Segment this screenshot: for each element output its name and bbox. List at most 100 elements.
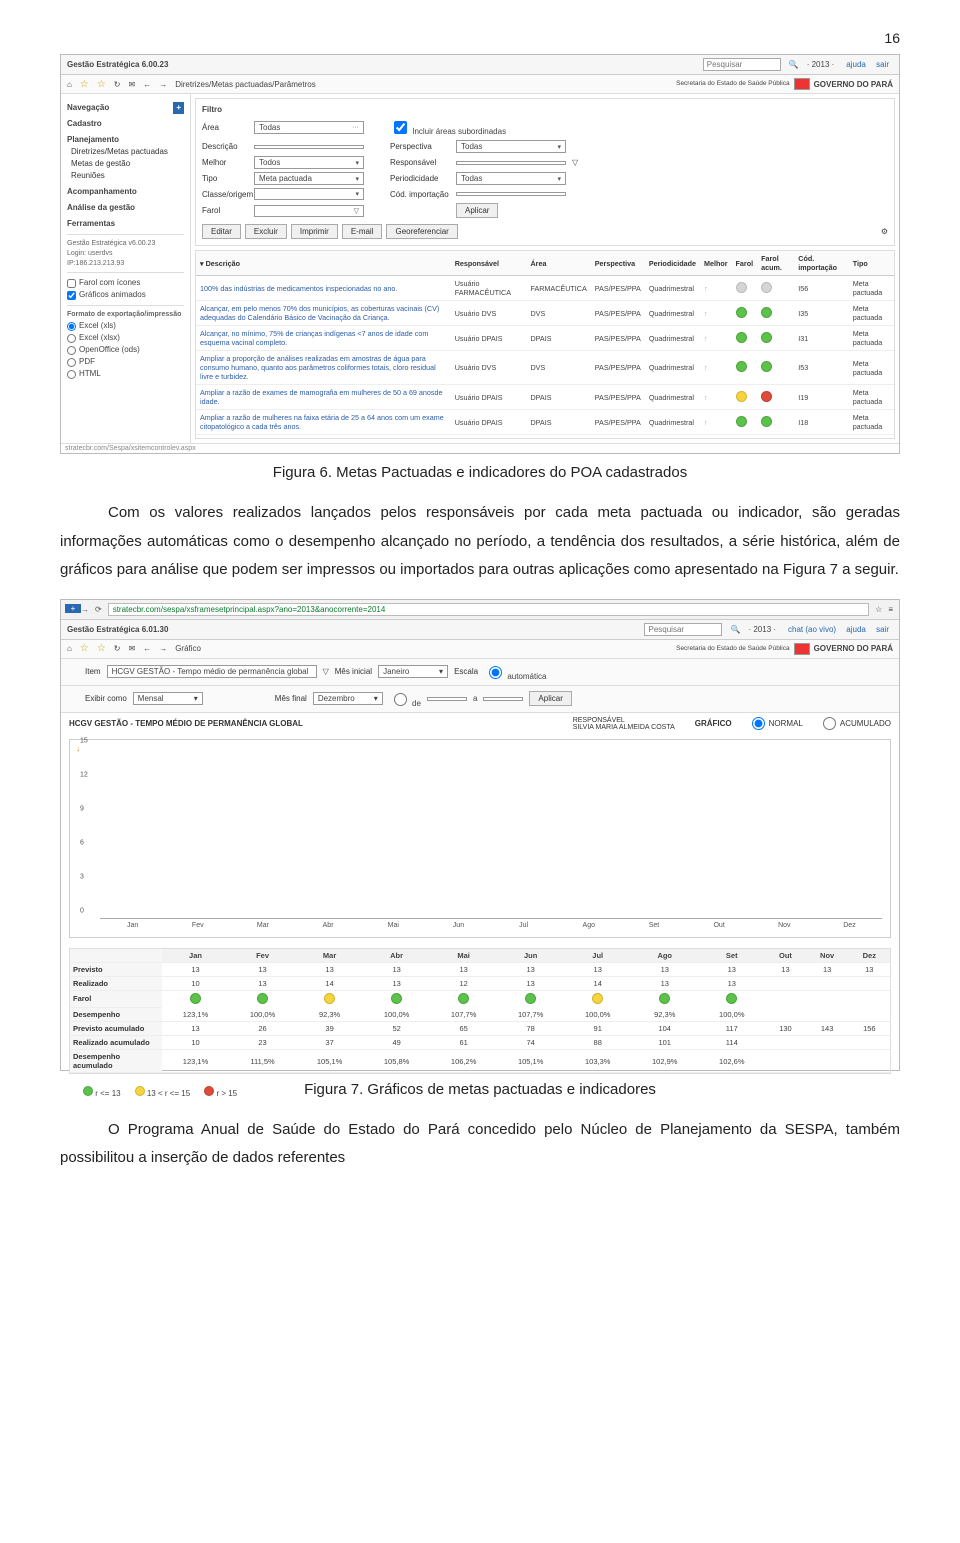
select-melhor[interactable]: Todos▾ bbox=[254, 156, 364, 169]
table-row[interactable]: Alcançar, no mínimo, 75% de crianças ind… bbox=[196, 326, 894, 351]
select-item[interactable]: HCGV GESTÃO - Tempo médio de permanência… bbox=[107, 665, 317, 678]
select-mes-inicial[interactable]: Janeiro▾ bbox=[378, 665, 448, 678]
back-icon[interactable]: ← bbox=[143, 80, 151, 89]
sidebar-item-analise[interactable]: Análise da gestão bbox=[67, 202, 184, 214]
radio-label: automática bbox=[507, 672, 546, 681]
filter-icon[interactable]: ▽ bbox=[323, 667, 329, 676]
mail-icon[interactable]: ✉ bbox=[128, 644, 135, 653]
help-link[interactable]: ajuda bbox=[846, 625, 866, 634]
filter-icon[interactable]: ▽ bbox=[572, 158, 586, 167]
input-descricao[interactable] bbox=[254, 145, 364, 149]
refresh-icon[interactable]: ↻ bbox=[114, 80, 121, 89]
input-scale-from[interactable] bbox=[427, 697, 467, 701]
rad-pdf[interactable] bbox=[67, 358, 76, 367]
mail-icon[interactable]: ✉ bbox=[128, 80, 135, 89]
gear-icon[interactable]: ⚙ bbox=[881, 227, 888, 236]
select-periodicidade[interactable]: Todas▾ bbox=[456, 172, 566, 185]
rad-ods[interactable] bbox=[67, 346, 76, 355]
col-header[interactable]: Farol acum. bbox=[757, 251, 794, 276]
sidebar-sub-reunioes[interactable]: Reuniões bbox=[71, 170, 184, 182]
rad-acumulado[interactable] bbox=[823, 717, 836, 730]
edit-button[interactable]: Editar bbox=[202, 224, 241, 239]
col-header[interactable]: Responsável bbox=[451, 251, 527, 276]
year-selector[interactable]: · 2013 · bbox=[807, 60, 835, 69]
rad-xls[interactable] bbox=[67, 322, 76, 331]
rad-manual[interactable] bbox=[394, 693, 407, 706]
input-codimport[interactable] bbox=[456, 192, 566, 196]
star-icon[interactable]: ☆ bbox=[80, 79, 89, 90]
expand-toggle[interactable]: + bbox=[65, 604, 81, 613]
delete-button[interactable]: Excluir bbox=[245, 224, 287, 239]
star-icon[interactable]: ☆ bbox=[80, 643, 89, 654]
search-input[interactable] bbox=[703, 58, 781, 71]
filter-panel: Filtro Área Todas··· Incluir áreas subor… bbox=[195, 98, 895, 246]
back-icon[interactable]: ← bbox=[143, 644, 151, 653]
col-header[interactable]: Área bbox=[526, 251, 590, 276]
search-icon[interactable]: 🔍 bbox=[789, 60, 799, 69]
sidebar-item-planejamento[interactable]: Planejamento bbox=[67, 134, 184, 146]
star-icon[interactable]: ☆ bbox=[97, 643, 106, 654]
apply-button[interactable]: Aplicar bbox=[529, 691, 571, 706]
menu-icon[interactable]: ≡ bbox=[888, 605, 893, 614]
rad-html[interactable] bbox=[67, 370, 76, 379]
chat-link[interactable]: chat (ao vivo) bbox=[788, 625, 836, 634]
georef-button[interactable]: Georeferenciar bbox=[386, 224, 457, 239]
rad-normal[interactable] bbox=[752, 717, 765, 730]
table-row[interactable]: Ampliar a razão de exames de mamografia … bbox=[196, 385, 894, 410]
rad-auto[interactable] bbox=[489, 666, 502, 679]
sidebar-item-acompanhamento[interactable]: Acompanhamento bbox=[67, 186, 184, 198]
apply-button[interactable]: Aplicar bbox=[456, 203, 498, 218]
table-row[interactable]: Ampliar o número de municípios com casos… bbox=[196, 435, 894, 440]
col-header[interactable]: Perspectiva bbox=[591, 251, 645, 276]
col-header[interactable]: Tipo bbox=[849, 251, 894, 276]
col-header[interactable]: ▾ Descrição bbox=[196, 251, 451, 276]
select-farol[interactable]: ▽ bbox=[254, 205, 364, 217]
select-area[interactable]: Todas··· bbox=[254, 121, 364, 134]
address-bar[interactable]: stratecbr.com/sespa/xsframesetprincipal.… bbox=[108, 603, 869, 616]
email-button[interactable]: E-mail bbox=[342, 224, 383, 239]
refresh-icon[interactable]: ↻ bbox=[114, 644, 121, 653]
chart-area: 03691215 bbox=[100, 748, 882, 919]
star-icon[interactable]: ☆ bbox=[97, 79, 106, 90]
sidebar-sub-metas-gestao[interactable]: Metas de gestão bbox=[71, 158, 184, 170]
search-icon[interactable]: 🔍 bbox=[730, 625, 740, 634]
chk-graficos-animados[interactable] bbox=[67, 291, 76, 300]
label-exibir: Exibir como bbox=[85, 694, 127, 703]
fwd-icon[interactable]: → bbox=[159, 80, 167, 89]
col-header[interactable]: Periodicidade bbox=[645, 251, 700, 276]
rad-xlsx[interactable] bbox=[67, 334, 76, 343]
logout-link[interactable]: sair bbox=[876, 60, 889, 69]
table-row[interactable]: Ampliar a razão de mulheres na faixa etá… bbox=[196, 410, 894, 435]
sidebar-item-cadastro[interactable]: Cadastro bbox=[67, 118, 184, 130]
collapse-toggle[interactable]: + bbox=[173, 102, 184, 114]
col-header[interactable]: Cód. importação bbox=[794, 251, 848, 276]
label-codimport: Cód. importação bbox=[390, 190, 450, 199]
reload-icon[interactable]: ⟳ bbox=[95, 605, 102, 614]
year-selector[interactable]: · 2013 · bbox=[748, 625, 776, 634]
table-row[interactable]: 100% das indústrias de medicamentos insp… bbox=[196, 276, 894, 301]
sidebar-sub-diretrizes[interactable]: Diretrizes/Metas pactuadas bbox=[71, 146, 184, 158]
select-perspectiva[interactable]: Todas▾ bbox=[456, 140, 566, 153]
bookmark-icon[interactable]: ☆ bbox=[875, 605, 882, 614]
col-header[interactable]: Farol bbox=[732, 251, 758, 276]
search-input[interactable] bbox=[644, 623, 722, 636]
input-responsavel[interactable] bbox=[456, 161, 566, 165]
input-scale-to[interactable] bbox=[483, 697, 523, 701]
select-classe[interactable]: ▾ bbox=[254, 188, 364, 200]
select-tipo[interactable]: Meta pactuada▾ bbox=[254, 172, 364, 185]
help-link[interactable]: ajuda bbox=[846, 60, 866, 69]
select-mes-final[interactable]: Dezembro▾ bbox=[313, 692, 383, 705]
table-row[interactable]: Alcançar, em pelo menos 70% dos municípi… bbox=[196, 301, 894, 326]
home-icon[interactable]: ⌂ bbox=[67, 80, 72, 89]
print-button[interactable]: Imprimir bbox=[291, 224, 338, 239]
figure6-caption: Figura 6. Metas Pactuadas e indicadores … bbox=[60, 464, 900, 481]
home-icon[interactable]: ⌂ bbox=[67, 644, 72, 653]
chk-incluir-sub[interactable] bbox=[394, 121, 407, 134]
chk-farol-icones[interactable] bbox=[67, 279, 76, 288]
col-header[interactable]: Melhor bbox=[700, 251, 732, 276]
logout-link[interactable]: sair bbox=[876, 625, 889, 634]
fwd-icon[interactable]: → bbox=[159, 644, 167, 653]
table-row[interactable]: Ampliar a proporção de análises realizad… bbox=[196, 351, 894, 385]
select-exibir[interactable]: Mensal▾ bbox=[133, 692, 203, 705]
sidebar-item-ferramentas[interactable]: Ferramentas bbox=[67, 218, 184, 230]
